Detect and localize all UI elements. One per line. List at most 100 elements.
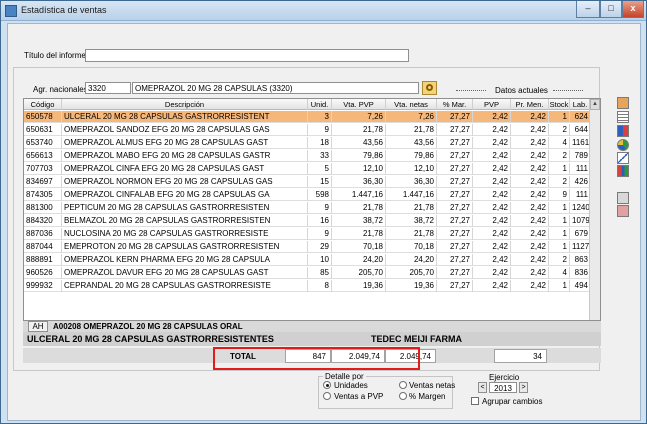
cell-unidades: 3	[308, 111, 332, 123]
agr-name-input[interactable]: OMEPRAZOL 20 MG 28 CAPSULAS (3320)	[132, 82, 419, 94]
cell-margen: 27,27	[437, 280, 473, 292]
cell-vta-pvp: 24,20	[332, 254, 386, 266]
table-row[interactable]: 884320 BELMAZOL 20 MG 28 CAPSULAS GASTROR…	[24, 215, 600, 227]
cell-vta-pvp: 79,86	[332, 150, 386, 162]
radio-ventas-netas-label[interactable]: Ventas netas	[409, 381, 455, 390]
cell-lab: 111	[570, 163, 591, 175]
cell-pvp: 2,42	[473, 280, 511, 292]
cell-stock: 1	[549, 228, 570, 240]
close-button[interactable]: x	[622, 1, 644, 18]
col-pvp[interactable]: PVP	[473, 99, 511, 110]
column-chart-icon[interactable]	[617, 165, 629, 177]
table-row[interactable]: 960526 OMEPRAZOL DAVUR EFG 20 MG 28 CAPSU…	[24, 267, 600, 279]
print-icon[interactable]	[617, 97, 629, 109]
cell-descripcion: PEPTICUM 20 MG 28 CAPSULAS GASTRORRESIST…	[62, 202, 308, 214]
bar-chart-icon[interactable]	[617, 125, 629, 137]
ah-button[interactable]: AH	[28, 321, 48, 332]
cell-unidades: 16	[308, 215, 332, 227]
maximize-button[interactable]: □	[600, 1, 622, 18]
app-icon	[5, 5, 17, 17]
line-chart-icon[interactable]	[617, 152, 629, 164]
cell-unidades: 85	[308, 267, 332, 279]
cell-vta-netas: 38,72	[386, 215, 437, 227]
table-row[interactable]: 653740 OMEPRAZOL ALMUS EFG 20 MG 28 CAPSU…	[24, 137, 600, 149]
table-row[interactable]: 834697 OMEPRAZOL NORMON EFG 20 MG 28 CAPS…	[24, 176, 600, 188]
sales-grid[interactable]: Código Descripción Unid. Vta. PVP Vta. n…	[23, 98, 601, 321]
cell-codigo: 887036	[24, 228, 62, 240]
table-row[interactable]: 656613 OMEPRAZOL MABO EFG 20 MG 28 CAPSUL…	[24, 150, 600, 162]
cell-pvp: 2,42	[473, 150, 511, 162]
col-descripcion[interactable]: Descripción	[62, 99, 308, 110]
col-vta-pvp[interactable]: Vta. PVP	[332, 99, 386, 110]
cell-lab: 111	[570, 189, 591, 201]
table-row[interactable]: 881300 PEPTICUM 20 MG 28 CAPSULAS GASTROR…	[24, 202, 600, 214]
settings-icon[interactable]	[617, 205, 629, 217]
total-stock: 34	[494, 349, 547, 363]
col-stock[interactable]: Stock	[549, 99, 570, 110]
scroll-up-icon[interactable]: ▲	[590, 99, 600, 110]
cell-vta-netas: 7,26	[386, 111, 437, 123]
export-icon[interactable]	[617, 192, 629, 204]
cell-vta-netas: 43,56	[386, 137, 437, 149]
cell-margen: 27,27	[437, 254, 473, 266]
table-row[interactable]: 707703 OMEPRAZOL CINFA EFG 20 MG 28 CAPSU…	[24, 163, 600, 175]
col-codigo[interactable]: Código	[24, 99, 62, 110]
table-icon[interactable]	[617, 111, 629, 123]
table-row[interactable]: 887044 EMEPROTON 20 MG 28 CAPSULAS GASTRO…	[24, 241, 600, 253]
col-pr-men[interactable]: Pr. Men.	[511, 99, 549, 110]
minimize-button[interactable]: –	[576, 1, 600, 18]
table-row[interactable]: 650631 OMEPRAZOL SANDOZ EFG 20 MG 28 CAPS…	[24, 124, 600, 136]
cell-pvp: 2,42	[473, 124, 511, 136]
lab-name: TEDEC MEIJI FARMA	[371, 334, 463, 344]
agr-code-input[interactable]: 3320	[85, 82, 131, 94]
title-bar[interactable]: Estadística de ventas – □ x	[1, 1, 646, 21]
product-bar: ULCERAL 20 MG 28 CAPSULAS GASTRORRESISTE…	[23, 332, 601, 346]
cell-stock: 4	[549, 267, 570, 279]
cell-codigo: 656613	[24, 150, 62, 162]
report-title-input[interactable]	[85, 49, 409, 62]
year-prev-button[interactable]: <	[478, 382, 487, 393]
radio-margen-label[interactable]: % Margen	[409, 392, 445, 401]
radio-unidades[interactable]	[323, 381, 331, 389]
col-vta-netas[interactable]: Vta. netas	[386, 99, 437, 110]
cell-margen: 27,27	[437, 176, 473, 188]
cell-descripcion: OMEPRAZOL MABO EFG 20 MG 28 CAPSULAS GAS…	[62, 150, 308, 162]
cell-codigo: 888891	[24, 254, 62, 266]
cell-lab: 679	[570, 228, 591, 240]
presentation-bar: AH A00208 OMEPRAZOL 20 MG 28 CAPSULAS OR…	[23, 321, 601, 332]
col-unidades[interactable]: Unid.	[308, 99, 332, 110]
radio-ventas-netas[interactable]	[399, 381, 407, 389]
table-row[interactable]: 887036 NUCLOSINA 20 MG 28 CAPSULAS GASTRO…	[24, 228, 600, 240]
radio-ventas-pvp[interactable]	[323, 392, 331, 400]
agrupar-checkbox[interactable]	[471, 397, 479, 405]
cell-stock: 2	[549, 124, 570, 136]
cell-codigo: 881300	[24, 202, 62, 214]
cell-margen: 27,27	[437, 228, 473, 240]
table-row[interactable]: 874305 OMEPRAZOL CINFALAB EFG 20 MG 28 CA…	[24, 189, 600, 201]
cell-codigo: 960526	[24, 267, 62, 279]
cell-pvp: 2,42	[473, 137, 511, 149]
agrupar-label[interactable]: Agrupar cambios	[482, 397, 542, 406]
cell-pr-men: 2,42	[511, 137, 549, 149]
year-input[interactable]: 2013	[489, 382, 517, 393]
radio-ventas-pvp-label[interactable]: Ventas a PVP	[334, 392, 383, 401]
radio-unidades-label[interactable]: Unidades	[334, 381, 368, 390]
year-next-button[interactable]: >	[519, 382, 528, 393]
cell-lab: 624	[570, 111, 591, 123]
cell-vta-pvp: 21,78	[332, 124, 386, 136]
cell-lab: 426	[570, 176, 591, 188]
table-row[interactable]: 999932 CEPRANDAL 20 MG 28 CAPSULAS GASTRO…	[24, 280, 600, 292]
cell-stock: 1	[549, 280, 570, 292]
table-row[interactable]: 650578 ULCERAL 20 MG 28 CAPSULAS GASTRORR…	[24, 111, 600, 123]
cell-vta-netas: 36,30	[386, 176, 437, 188]
cell-margen: 27,27	[437, 163, 473, 175]
pie-chart-icon[interactable]	[617, 139, 629, 151]
table-row[interactable]: 888891 OMEPRAZOL KERN PHARMA EFG 20 MG 28…	[24, 254, 600, 266]
cell-stock: 2	[549, 150, 570, 162]
grid-scrollbar[interactable]: ▲ ▼	[589, 99, 600, 320]
cell-codigo: 650578	[24, 111, 62, 123]
radio-margen[interactable]	[399, 392, 407, 400]
col-lab[interactable]: Lab.	[570, 99, 591, 110]
search-button[interactable]	[422, 81, 437, 95]
col-margen[interactable]: % Mar.	[437, 99, 473, 110]
